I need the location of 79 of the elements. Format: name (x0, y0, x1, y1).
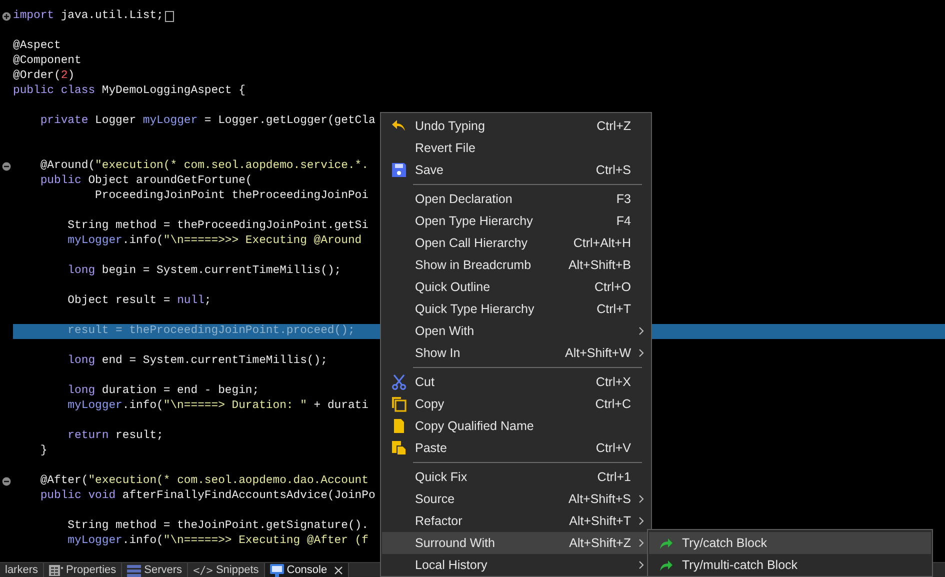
collapse-fold-icon[interactable] (2, 477, 11, 486)
code-line: long end = System.currentTimeMillis(); (66, 354, 328, 369)
copy-icon (390, 396, 406, 412)
menu-item[interactable]: Open With (382, 320, 650, 342)
curved-arrow-icon (658, 560, 672, 570)
code-line: return result; (66, 429, 164, 444)
shortcut-label: Ctrl+1 (597, 469, 631, 486)
paste-icon (390, 440, 406, 456)
code-line: public class MyDemoLoggingAspect { (13, 84, 246, 99)
code-line: @Order(2) (13, 69, 75, 84)
menu-item[interactable]: Paste Ctrl+V (382, 437, 650, 459)
console-monitor-icon (270, 564, 284, 577)
code-line: String method = theJoinPoint.getSignature(). (66, 519, 368, 534)
curved-arrow-icon (658, 538, 672, 548)
menu-item[interactable]: Copy Ctrl+C (382, 393, 650, 415)
menu-item[interactable]: Open Type Hierarchy F4 (382, 210, 650, 232)
menu-item[interactable]: Surround With Alt+Shift+Z (382, 532, 650, 554)
code-line: myLogger.info("\n=====> Duration: " + durati (66, 399, 368, 414)
code-line: public void afterFinallyFindAccountsAdvice(JoinPo (39, 489, 376, 504)
shortcut-label: Ctrl+T (596, 301, 631, 318)
shortcut-label: F4 (616, 213, 631, 230)
view-tab[interactable]: Console (264, 563, 350, 577)
menu-item[interactable]: Try/multi-catch Block (649, 554, 931, 576)
menu-item[interactable]: Source Alt+Shift+S (382, 488, 650, 510)
code-line: myLogger.info("\n=====>>> Executing @Around (66, 234, 362, 249)
code-line: result = theProceedingJoinPoint.proceed(); (66, 324, 355, 339)
code-line: myLogger.info("\n=====>> Executing @After (f (66, 534, 368, 549)
shortcut-label: Ctrl+Alt+H (573, 235, 631, 252)
menu-item[interactable]: Undo Typing Ctrl+Z (382, 115, 650, 137)
code-line: } (39, 444, 48, 459)
scissors-icon (390, 374, 406, 390)
code-line: private Logger myLogger = Logger.getLogger(getCla (39, 114, 376, 129)
menu-item[interactable]: Open Declaration F3 (382, 188, 650, 210)
close-icon[interactable] (334, 566, 344, 575)
shortcut-label: Alt+Shift+B (568, 257, 631, 274)
menu-item[interactable]: Show in Breadcrumb Alt+Shift+B (382, 254, 650, 276)
menu-item[interactable]: Revert File (382, 137, 650, 159)
expand-fold-icon[interactable] (2, 12, 11, 21)
code-brackets-icon: </> (193, 563, 213, 577)
code-line: Object result = null; (66, 294, 212, 309)
view-tab[interactable]: larkers (0, 563, 44, 577)
code-line: long begin = System.currentTimeMillis(); (66, 264, 342, 279)
shortcut-label: Ctrl+V (596, 440, 631, 457)
shortcut-label: F3 (616, 191, 631, 208)
servers-icon (127, 564, 142, 576)
shortcut-label: Ctrl+Z (596, 118, 631, 135)
menu-item[interactable]: Try/catch Block (649, 532, 931, 554)
menu-item[interactable]: Cut Ctrl+X (382, 371, 650, 393)
code-line: ProceedingJoinPoint theProceedingJoinPoi (94, 189, 368, 204)
menu-item[interactable]: Quick Fix Ctrl+1 (382, 466, 650, 488)
code-line: @Component (13, 54, 82, 69)
menu-item[interactable]: Quick Outline Ctrl+O (382, 276, 650, 298)
folded-code-icon[interactable] (165, 11, 174, 22)
shortcut-label: Alt+Shift+S (568, 491, 631, 508)
menu-item[interactable]: Refactor Alt+Shift+T (382, 510, 650, 532)
code-line: long duration = end - begin; (66, 384, 260, 399)
menu-item[interactable]: Show In Alt+Shift+W (382, 342, 650, 364)
code-line: @Around("execution(* com.seol.aopdemo.service.*. (39, 159, 368, 174)
code-line: @Aspect (13, 39, 61, 54)
shortcut-label: Ctrl+C (595, 396, 631, 413)
shortcut-label: Ctrl+S (596, 162, 631, 179)
undo-arrow-icon (390, 119, 406, 133)
code-line: public Object aroundGetFortune( (39, 174, 252, 189)
menu-item[interactable]: Copy Qualified Name (382, 415, 650, 437)
shortcut-label: Ctrl+O (594, 279, 631, 296)
view-tab[interactable]: Servers (122, 563, 188, 577)
menu-item[interactable]: Open Call Hierarchy Ctrl+Alt+H (382, 232, 650, 254)
shortcut-label: Alt+Shift+W (565, 345, 631, 362)
code-line: @After("execution(* com.seol.aopdemo.dao.Account (39, 474, 368, 489)
shortcut-label: Alt+Shift+T (569, 513, 631, 530)
menu-item[interactable]: Quick Type Hierarchy Ctrl+T (382, 298, 650, 320)
code-line: import java.util.List; (13, 9, 164, 24)
collapse-fold-icon[interactable] (2, 162, 11, 171)
code-line: String method = theProceedingJoinPoint.getSi (66, 219, 368, 234)
shortcut-label: Ctrl+X (596, 374, 631, 391)
menu-item[interactable]: Local History (382, 554, 650, 576)
view-tab[interactable]: Properties (44, 563, 122, 577)
menu-item[interactable]: Save Ctrl+S (382, 159, 650, 181)
shortcut-label: Alt+Shift+Z (569, 535, 631, 552)
